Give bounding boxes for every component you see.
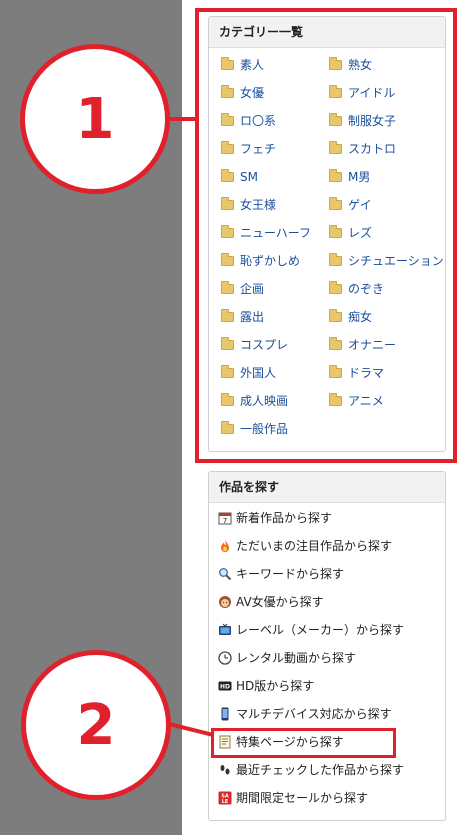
- find-works-link-label: キーワードから探す: [236, 567, 345, 581]
- smartphone-icon: [218, 707, 232, 721]
- callout-circle-1: 1: [20, 44, 170, 194]
- find-works-link-label: HD版から探す: [236, 679, 315, 693]
- find-works-link-label: 期間限定セールから探す: [236, 791, 369, 805]
- find-works-link-label: 新着作品から探す: [236, 511, 333, 525]
- tv-icon: [218, 623, 232, 637]
- find-works-panel: 作品を探す 7 新着作品から探すただいまの注目作品から探す キーワードから探す AV女…: [208, 471, 446, 821]
- callout-circle-2: 2: [21, 650, 171, 800]
- find-works-link[interactable]: レーベル（メーカー）から探す: [218, 620, 404, 640]
- flame-icon: [218, 539, 232, 553]
- hd-icon: HD: [218, 679, 232, 693]
- find-works-link[interactable]: レンタル動画から探す: [218, 648, 356, 668]
- find-works-link-label: レンタル動画から探す: [236, 651, 357, 665]
- find-works-link[interactable]: HD HD版から探す: [218, 676, 314, 696]
- sale-icon: SA LE: [218, 791, 232, 805]
- svg-text:HD: HD: [220, 683, 230, 690]
- svg-text:LE: LE: [222, 799, 229, 805]
- find-works-link-label: AV女優から探す: [236, 595, 324, 609]
- find-works-link[interactable]: キーワードから探す: [218, 564, 344, 584]
- find-works-link-label: マルチデバイス対応から探す: [236, 707, 392, 721]
- find-works-panel-title: 作品を探す: [209, 472, 445, 503]
- callout-number-2: 2: [76, 692, 116, 758]
- find-works-link[interactable]: ただいまの注目作品から探す: [218, 536, 392, 556]
- magnifier-icon: [218, 567, 232, 581]
- find-works-link-label: レーベル（メーカー）から探す: [236, 623, 405, 637]
- find-works-link[interactable]: マルチデバイス対応から探す: [218, 704, 392, 724]
- highlight-frame-feature-page: [211, 728, 396, 758]
- clock-icon: [218, 650, 232, 665]
- find-works-link[interactable]: 7 新着作品から探す: [218, 508, 332, 528]
- actress-face-icon: [218, 595, 232, 609]
- highlight-frame-category-panel: [195, 8, 457, 463]
- footprints-icon: [218, 763, 232, 777]
- find-works-link-label: 最近チェックした作品から探す: [236, 763, 405, 777]
- find-works-link[interactable]: AV女優から探す: [218, 592, 324, 612]
- svg-text:7: 7: [223, 517, 227, 525]
- callout-number-1: 1: [75, 86, 115, 152]
- find-works-link-label: ただいまの注目作品から探す: [236, 539, 393, 553]
- calendar-icon: 7: [218, 511, 232, 525]
- find-works-link[interactable]: SA LE 期間限定セールから探す: [218, 788, 368, 808]
- find-works-link[interactable]: 最近チェックした作品から探す: [218, 760, 404, 780]
